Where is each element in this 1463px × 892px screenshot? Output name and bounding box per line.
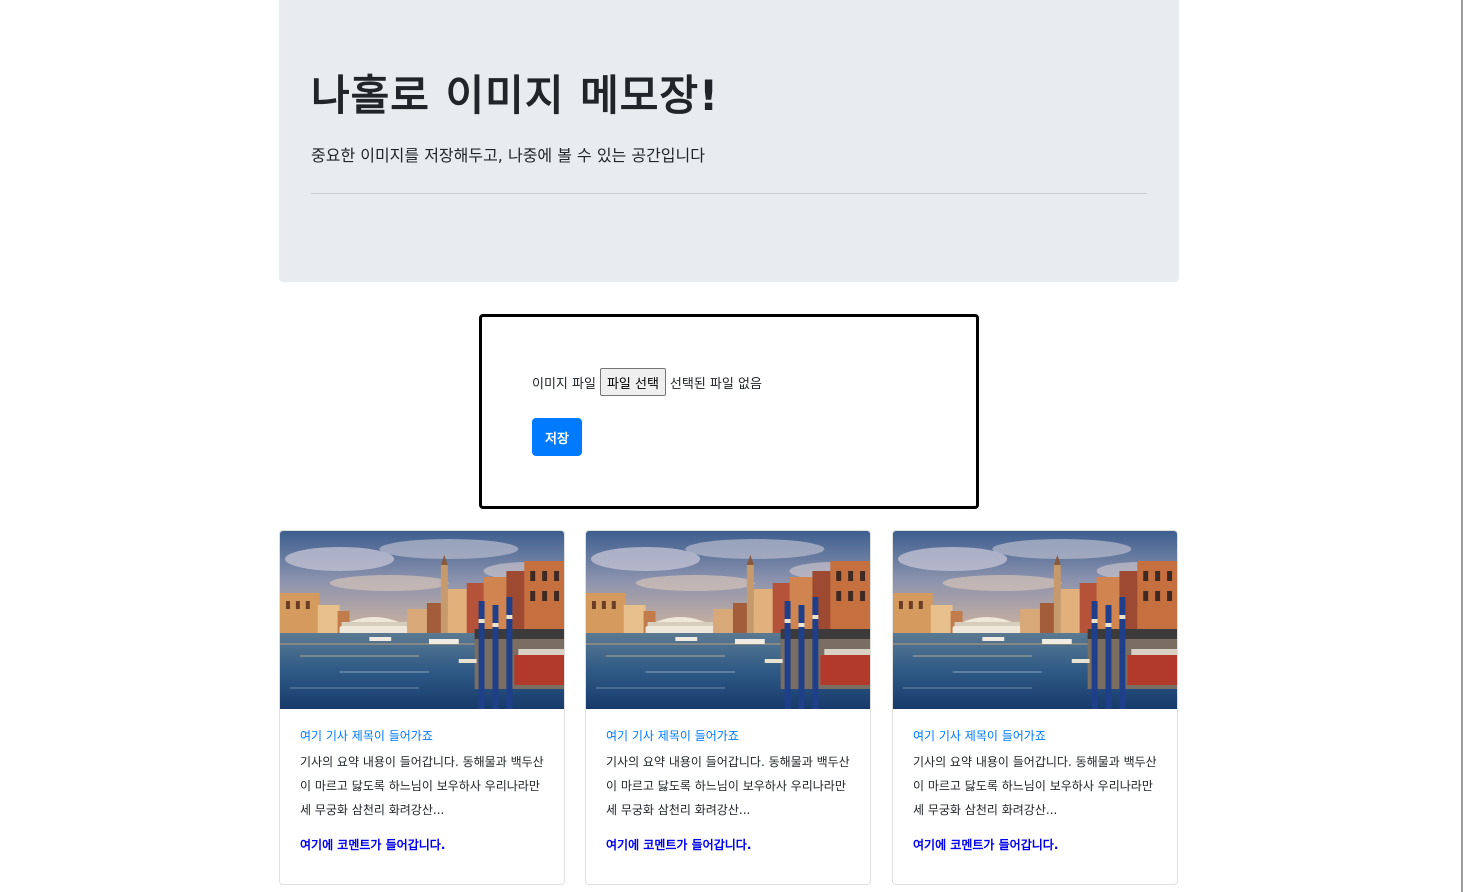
card-comment: 여기에 코멘트가 들어갑니다. [913,838,1059,852]
card-summary: 기사의 요약 내용이 들어갑니다. 동해물과 백두산이 마르고 닳도록 하느님이… [913,755,1157,817]
card-comment: 여기에 코멘트가 들어갑니다. [606,838,752,852]
page: 나홀로 이미지 메모장! 중요한 이미지를 저장해두고, 나중에 볼 수 있는 … [0,0,1463,892]
file-input-label: 이미지 파일 [532,376,596,392]
header-divider [311,193,1147,194]
file-status-text: 선택된 파일 없음 [669,376,762,392]
card-summary: 기사의 요약 내용이 들어갑니다. 동해물과 백두산이 마르고 닳도록 하느님이… [300,755,544,817]
card-title: 여기 기사 제목이 들어가죠 [606,729,739,743]
save-button[interactable]: 저장 [532,418,582,456]
memo-card: 여기 기사 제목이 들어가죠 기사의 요약 내용이 들어갑니다. 동해물과 백두… [585,530,871,885]
card-body: 여기 기사 제목이 들어가죠 기사의 요약 내용이 들어갑니다. 동해물과 백두… [893,709,1177,853]
card-body: 여기 기사 제목이 들어가죠 기사의 요약 내용이 들어갑니다. 동해물과 백두… [280,709,564,853]
card-image [893,531,1177,709]
memo-card: 여기 기사 제목이 들어가죠 기사의 요약 내용이 들어갑니다. 동해물과 백두… [892,530,1178,885]
card-body: 여기 기사 제목이 들어가죠 기사의 요약 내용이 들어갑니다. 동해물과 백두… [586,709,870,853]
card-image [586,531,870,709]
card-comment: 여기에 코멘트가 들어갑니다. [300,838,446,852]
file-input-row: 이미지 파일 파일 선택 선택된 파일 없음 [532,367,762,397]
upload-form: 이미지 파일 파일 선택 선택된 파일 없음 저장 [479,314,979,509]
page-title: 나홀로 이미지 메모장! [311,71,720,120]
card-title: 여기 기사 제목이 들어가죠 [913,729,1046,743]
memo-card: 여기 기사 제목이 들어가죠 기사의 요약 내용이 들어갑니다. 동해물과 백두… [279,530,565,885]
page-subtitle: 중요한 이미지를 저장해두고, 나중에 볼 수 있는 공간입니다 [311,146,705,165]
file-choose-button[interactable]: 파일 선택 [599,368,666,396]
card-summary: 기사의 요약 내용이 들어갑니다. 동해물과 백두산이 마르고 닳도록 하느님이… [606,755,850,817]
card-title: 여기 기사 제목이 들어가죠 [300,729,433,743]
jumbotron-header: 나홀로 이미지 메모장! 중요한 이미지를 저장해두고, 나중에 볼 수 있는 … [279,0,1179,282]
card-image [280,531,564,709]
